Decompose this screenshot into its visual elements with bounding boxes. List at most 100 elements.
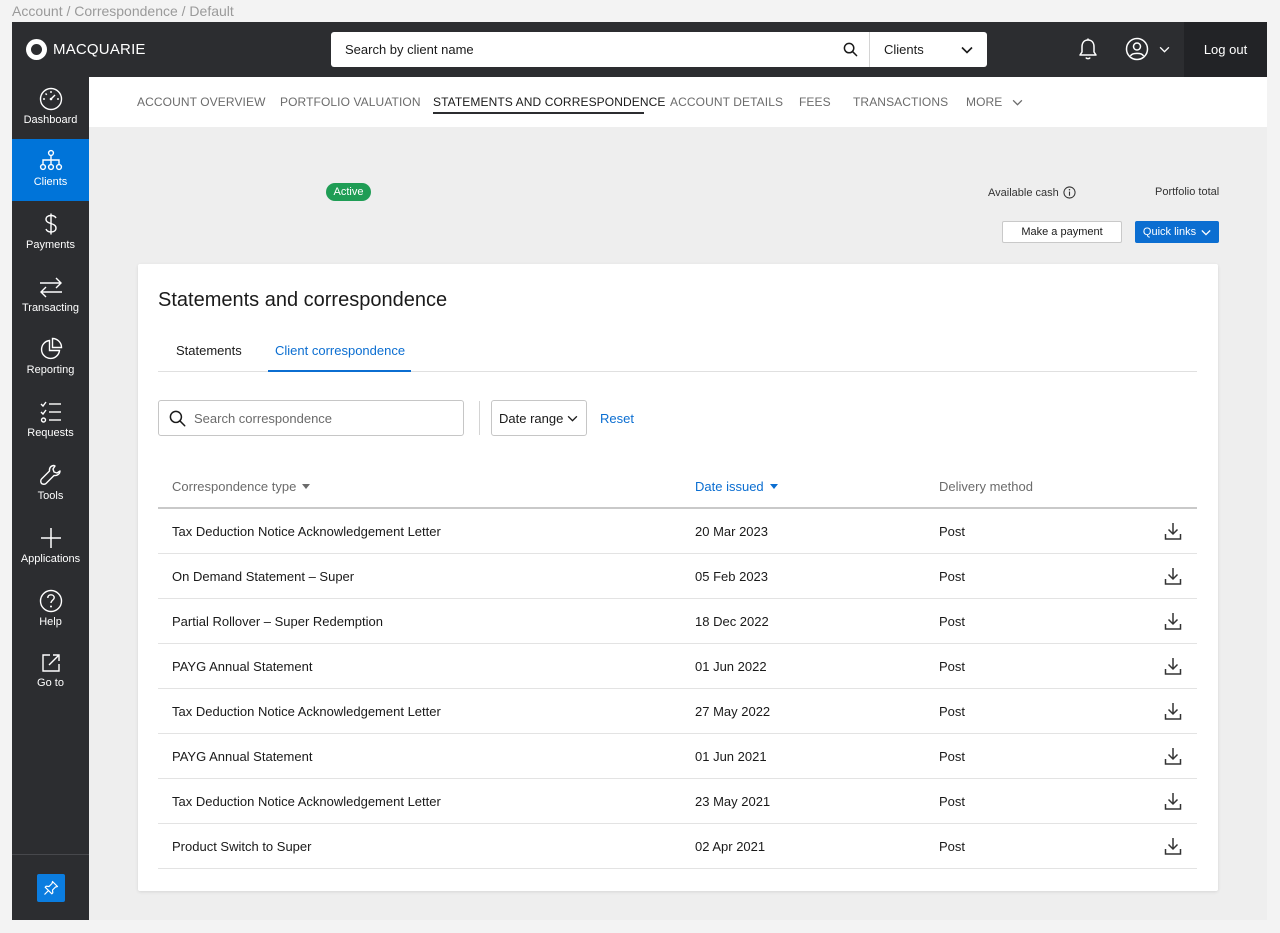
download-icon[interactable] [1164, 791, 1182, 811]
cell-correspondence-type: Tax Deduction Notice Acknowledgement Let… [172, 704, 441, 719]
sidebar-divider [12, 854, 89, 855]
brand-logo[interactable]: MACQUARIE [26, 39, 146, 60]
make-payment-button[interactable]: Make a payment [1002, 221, 1122, 243]
cell-delivery-method: Post [939, 524, 966, 539]
notifications-bell-icon[interactable] [1078, 38, 1098, 66]
sidebar-item-tools[interactable]: Tools [12, 453, 89, 515]
sidebar-item-label: Dashboard [23, 114, 78, 126]
sidebar-item-go-to[interactable]: Go to [12, 642, 89, 704]
filter-separator [479, 401, 480, 435]
macquarie-logo-icon [26, 39, 47, 60]
date-range-label: Date range [499, 410, 564, 426]
sort-caret-icon [302, 484, 311, 489]
sidebar-item-dashboard[interactable]: Dashboard [12, 77, 89, 139]
logout-button[interactable]: Log out [1184, 22, 1267, 77]
column-header-correspondence-type[interactable]: Correspondence type [172, 479, 311, 494]
tab-client-correspondence[interactable]: Client correspondence [275, 343, 405, 358]
search-icon[interactable] [831, 32, 869, 67]
correspondence-search-field[interactable] [158, 400, 464, 436]
user-menu[interactable] [1125, 37, 1170, 61]
clients-hierarchy-icon [39, 149, 62, 171]
download-icon[interactable] [1164, 521, 1182, 541]
download-icon[interactable] [1164, 656, 1182, 676]
sidebar-item-label: Clients [33, 176, 68, 188]
download-icon[interactable] [1164, 611, 1182, 631]
table-row: PAYG Annual Statement 01 Jun 2021 Post [158, 734, 1197, 779]
active-subtab-indicator [268, 370, 411, 372]
cell-date-issued: 27 May 2022 [695, 704, 771, 719]
date-range-select[interactable]: Date range [491, 400, 587, 436]
tab-transactions[interactable]: TRANSACTIONS [853, 95, 948, 109]
tab-account-overview[interactable]: ACCOUNT OVERVIEW [137, 95, 266, 109]
cell-delivery-method: Post [939, 659, 966, 674]
reset-filters-link[interactable]: Reset [600, 411, 634, 426]
pie-chart-icon [40, 337, 62, 360]
pin-sidebar-button[interactable] [37, 874, 65, 902]
table-row: On Demand Statement – Super 05 Feb 2023 … [158, 554, 1197, 599]
column-header-date-issued[interactable]: Date issued [695, 479, 778, 494]
table-row: Tax Deduction Notice Acknowledgement Let… [158, 689, 1197, 734]
cell-date-issued: 02 Apr 2021 [695, 839, 766, 854]
cell-correspondence-type: Product Switch to Super [172, 839, 312, 854]
sidebar-item-applications[interactable]: Applications [12, 516, 89, 578]
cell-delivery-method: Post [939, 839, 966, 854]
sidebar-item-reporting[interactable]: Reporting [12, 327, 89, 389]
column-header-label: Date issued [695, 479, 764, 494]
tab-account-details[interactable]: ACCOUNT DETAILS [670, 95, 783, 109]
account-tabs: ACCOUNT OVERVIEW PORTFOLIO VALUATION STA… [89, 77, 1267, 127]
search-scope-select[interactable]: Clients [869, 32, 987, 67]
chevron-down-icon [1013, 99, 1023, 106]
transfer-arrows-icon [39, 277, 62, 298]
sidebar-item-label: Go to [37, 677, 64, 689]
cell-delivery-method: Post [939, 749, 966, 764]
quick-links-button[interactable]: Quick links [1135, 221, 1219, 243]
chevron-down-icon [567, 415, 578, 422]
pin-icon [44, 880, 59, 895]
search-scope-value: Clients [884, 42, 924, 57]
sidebar-item-help[interactable]: Help [12, 579, 89, 641]
sidebar-item-label: Help [39, 616, 62, 628]
table-row: Tax Deduction Notice Acknowledgement Let… [158, 509, 1197, 554]
sort-caret-icon [769, 484, 778, 489]
cell-correspondence-type: PAYG Annual Statement [172, 659, 313, 674]
tab-statements-and-correspondence[interactable]: STATEMENTS AND CORRESPONDENCE [433, 95, 665, 109]
app-window: MACQUARIE Clients Log out Dashboard [12, 22, 1267, 920]
tab-fees[interactable]: FEES [799, 95, 831, 109]
sidebar-item-payments[interactable]: Payments [12, 202, 89, 264]
table-row: PAYG Annual Statement 01 Jun 2022 Post [158, 644, 1197, 689]
sidebar-item-transacting[interactable]: Transacting [12, 265, 89, 327]
checklist-icon [40, 401, 61, 423]
sidebar-item-requests[interactable]: Requests [12, 390, 89, 452]
cell-date-issued: 23 May 2021 [695, 794, 771, 809]
download-icon[interactable] [1164, 746, 1182, 766]
cell-correspondence-type: PAYG Annual Statement [172, 749, 313, 764]
cell-delivery-method: Post [939, 704, 966, 719]
wrench-icon [39, 464, 61, 485]
table-row: Product Switch to Super 02 Apr 2021 Post [158, 824, 1197, 869]
correspondence-search-input[interactable] [194, 410, 454, 426]
info-icon[interactable] [1063, 186, 1076, 199]
brand-name: MACQUARIE [53, 41, 146, 58]
available-cash-label: Available cash [988, 186, 1059, 199]
sidebar-nav: Dashboard Clients Payments Transacting R… [12, 77, 89, 920]
cell-correspondence-type: On Demand Statement – Super [172, 569, 355, 584]
tab-portfolio-valuation[interactable]: PORTFOLIO VALUATION [280, 95, 421, 109]
portfolio-total-label: Portfolio total [1155, 186, 1220, 198]
cell-date-issued: 01 Jun 2021 [695, 749, 767, 764]
download-icon[interactable] [1164, 566, 1182, 586]
cell-delivery-method: Post [939, 794, 966, 809]
cell-date-issued: 01 Jun 2022 [695, 659, 767, 674]
client-search-bar: Clients [331, 32, 987, 67]
card-title: Statements and correspondence [158, 289, 448, 311]
client-search-input[interactable] [331, 32, 831, 67]
chevron-down-icon [1159, 46, 1170, 53]
download-icon[interactable] [1164, 701, 1182, 721]
sidebar-item-clients[interactable]: Clients [12, 139, 89, 201]
download-icon[interactable] [1164, 836, 1182, 856]
cell-correspondence-type: Tax Deduction Notice Acknowledgement Let… [172, 794, 441, 809]
available-cash: Available cash [988, 186, 1076, 199]
table-header: Correspondence type Date issued Delivery… [158, 470, 1197, 509]
tab-statements[interactable]: Statements [176, 343, 242, 358]
status-badge: Active [326, 183, 371, 201]
tab-more[interactable]: MORE [966, 95, 1023, 109]
